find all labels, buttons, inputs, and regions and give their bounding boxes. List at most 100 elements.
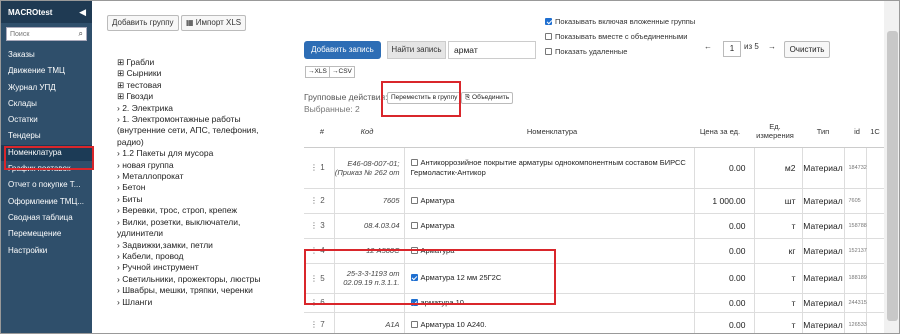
tree-item[interactable]: › Металлопрокат xyxy=(117,171,287,182)
table-row[interactable]: ⋮ 7 А1А Арматура 10 А240. 0.00 т Материа… xyxy=(304,312,884,333)
add-group-button[interactable]: Добавить группу xyxy=(107,15,179,31)
row-handle[interactable]: ⋮ 2 xyxy=(304,188,334,214)
merge-label: Объединить xyxy=(472,94,510,101)
tree-item[interactable]: › Биты xyxy=(117,194,287,205)
row-handle[interactable]: ⋮ 3 xyxy=(304,213,334,239)
option-include-nested[interactable]: Показывать включая вложенные группы xyxy=(545,17,695,26)
app-window: MACROtest ◀ ⌕ Заказы Движение ТМЦ Журнал… xyxy=(0,0,900,334)
row-1c xyxy=(865,213,884,239)
col-unit[interactable]: Ед. измерения xyxy=(754,116,802,148)
sidebar-item-settings[interactable]: Настройки xyxy=(1,243,92,259)
next-page-icon[interactable]: → xyxy=(768,42,776,51)
scrollbar-thumb[interactable] xyxy=(887,31,898,321)
table-row[interactable]: ⋮ 1 Е46-08-007-01; (Приказ № 262 от Анти… xyxy=(304,147,884,189)
row-name[interactable]: Арматура 10 А240. xyxy=(421,320,487,329)
checkbox-checked[interactable] xyxy=(545,18,552,25)
prev-page-icon[interactable]: ← xyxy=(704,42,712,51)
tree-item[interactable]: › Веревки, трос, строп, крепеж xyxy=(117,205,287,216)
find-record-button[interactable]: Найти запись xyxy=(387,41,446,59)
row-code: 08.4.03.04 xyxy=(333,213,404,239)
checkbox[interactable] xyxy=(545,48,552,55)
page-number-input[interactable]: 1 xyxy=(723,41,741,57)
row-handle[interactable]: ⋮ 1 xyxy=(304,147,334,189)
row-unit: т xyxy=(753,312,802,333)
col-name[interactable]: Номенклатура xyxy=(404,116,694,148)
brand-name: MACROtest xyxy=(8,7,53,17)
tree-item[interactable]: › Задвижки,замки, петли xyxy=(117,240,287,251)
tree-item[interactable]: ⊞ Сырники xyxy=(117,68,287,79)
group-tree: ⊞ Грабли ⊞ Сырники ⊞ тестовая ⊞ Гвозди ›… xyxy=(117,57,287,308)
sidebar-item-stock[interactable]: Остатки xyxy=(1,112,92,128)
tree-item[interactable]: › 1.2 Пакеты для мусора xyxy=(117,148,287,159)
search-icon[interactable]: ⌕ xyxy=(79,29,83,39)
option-with-merged[interactable]: Показывать вместе с объединенными xyxy=(545,32,687,41)
tree-item[interactable]: ⊞ тестовая xyxy=(117,80,287,91)
row-name[interactable]: Антикоррозийное покрытие арматуры одноко… xyxy=(411,158,686,177)
row-1c xyxy=(865,188,884,214)
tree-item[interactable]: › Ручной инструмент xyxy=(117,262,287,273)
tree-item[interactable]: ⊞ Грабли xyxy=(117,57,287,68)
row-id: 158788 xyxy=(843,213,867,239)
row-checkbox[interactable] xyxy=(410,221,418,229)
highlight-nomenclature xyxy=(4,146,94,170)
sidebar-item-warehouses[interactable]: Склады xyxy=(1,96,92,112)
tree-item[interactable]: › 1. Электромонтажные работы (внутренние… xyxy=(117,114,287,148)
tree-item[interactable]: › Швабры, мешки, тряпки, черенки xyxy=(117,285,287,296)
import-xls-button[interactable]: ▦ Импорт XLS xyxy=(181,15,247,31)
row-1c xyxy=(865,147,884,189)
checkbox[interactable] xyxy=(545,33,552,40)
col-code[interactable]: Код xyxy=(334,116,404,148)
row-id: 188189 xyxy=(843,263,867,294)
col-1c[interactable]: 1С xyxy=(866,116,884,148)
tree-item[interactable]: › Шланги xyxy=(117,297,287,308)
row-id: 244315 xyxy=(843,293,867,313)
row-checkbox[interactable] xyxy=(410,320,418,328)
add-record-button[interactable]: Добавить запись xyxy=(304,41,381,59)
option-label: Показывать включая вложенные группы xyxy=(555,17,696,26)
option-show-deleted[interactable]: Показать удаленные xyxy=(545,47,627,56)
row-unit: м2 xyxy=(753,147,802,189)
sidebar-search[interactable]: ⌕ xyxy=(6,27,87,41)
chevron-left-icon[interactable]: ◀ xyxy=(79,7,86,18)
table-row[interactable]: ⋮ 3 08.4.03.04 Арматура 0.00 т Материал … xyxy=(304,213,884,239)
row-checkbox[interactable] xyxy=(410,196,418,204)
export-csv-button[interactable]: →CSV xyxy=(329,66,355,78)
option-label: Показывать вместе с объединенными xyxy=(555,32,688,41)
sidebar-item-purchase-report[interactable]: Отчет о покупке Т... xyxy=(1,177,92,193)
sidebar-item-orders[interactable]: Заказы xyxy=(1,47,92,63)
table-row[interactable]: ⋮ 2 7605 Арматура 1 000.00 шт Материал 7… xyxy=(304,188,884,214)
col-id[interactable]: id xyxy=(844,116,866,148)
sidebar-search-input[interactable] xyxy=(10,30,70,38)
row-unit: т xyxy=(753,213,802,239)
row-checkbox[interactable] xyxy=(410,159,418,166)
row-price: 0.00 xyxy=(693,293,754,313)
sidebar-item-tenders[interactable]: Тендеры xyxy=(1,128,92,144)
tree-item[interactable]: ⊞ Гвозди xyxy=(117,91,287,102)
tree-item[interactable]: › Кабели, провод xyxy=(117,251,287,262)
sidebar-item-registration[interactable]: Оформление ТМЦ... xyxy=(1,194,92,210)
tree-item[interactable]: › новая группа xyxy=(117,160,287,171)
tree-item[interactable]: › Бетон xyxy=(117,182,287,193)
tree-item[interactable]: › Вилки, розетки, выключатели, удлинител… xyxy=(117,217,287,240)
row-name[interactable]: Арматура xyxy=(421,196,455,205)
highlight-move-button xyxy=(381,81,461,117)
tree-item[interactable]: › 2. Электрика xyxy=(117,103,287,114)
row-price: 0.00 xyxy=(693,238,754,264)
search-input[interactable]: армат xyxy=(448,41,536,59)
row-handle[interactable]: ⋮ 7 xyxy=(304,312,334,333)
sidebar-item-summary-table[interactable]: Сводная таблица xyxy=(1,210,92,226)
row-price: 0.00 xyxy=(693,263,754,294)
col-price[interactable]: Цена за ед. xyxy=(694,116,754,148)
row-name[interactable]: Арматура xyxy=(421,221,455,230)
tree-item[interactable]: › Светильники, прожекторы, люстры xyxy=(117,274,287,285)
sidebar-item-upd-journal[interactable]: Журнал УПД xyxy=(1,80,92,96)
merge-button[interactable]: ⎘ Объединить xyxy=(461,92,514,104)
export-xls-button[interactable]: →XLS xyxy=(305,66,330,78)
row-name-cell: Арматура 10 А240. xyxy=(403,312,694,333)
row-name-cell: Арматура xyxy=(403,213,694,239)
row-type: Материал xyxy=(801,238,844,264)
sidebar-item-transfer[interactable]: Перемещение xyxy=(1,226,92,242)
sidebar-item-movements[interactable]: Движение ТМЦ xyxy=(1,63,92,79)
col-type[interactable]: Тип xyxy=(802,116,844,148)
clear-button[interactable]: Очистить xyxy=(784,41,830,58)
